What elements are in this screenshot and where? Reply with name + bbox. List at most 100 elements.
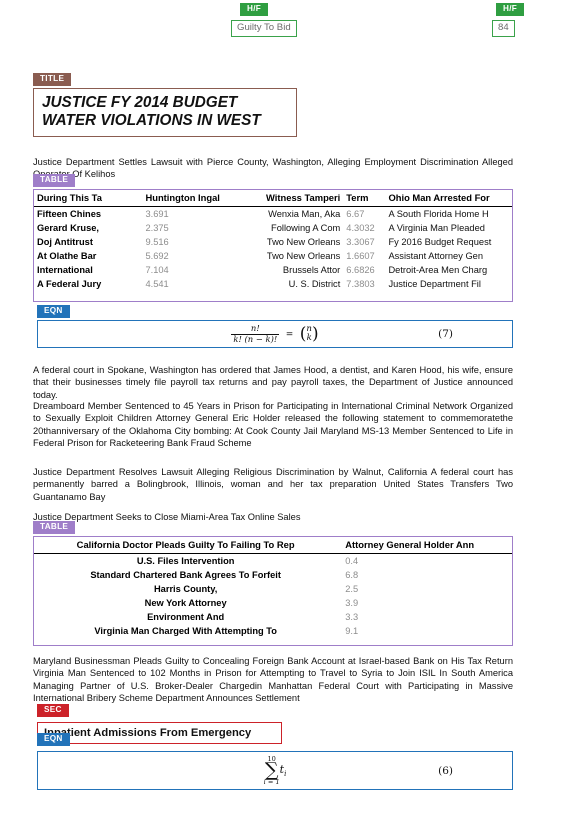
cell: Two New Orleans xyxy=(266,237,341,247)
paragraph-3: Dreamboard Member Sentenced to 45 Years … xyxy=(33,401,513,449)
cell: Brussels Attor xyxy=(282,265,341,275)
table-row: Standard Chartered Bank Agrees To Forfei… xyxy=(34,568,512,582)
cell: International xyxy=(37,265,93,275)
cell: 3.691 xyxy=(145,209,169,219)
cell: Two New Orleans xyxy=(266,251,341,261)
section-tag: SEC xyxy=(37,704,69,718)
hf-tag-right: H/F xyxy=(496,3,525,17)
table1-col-1: Huntington Ingal xyxy=(142,190,231,207)
hf-box-left: Guilty To Bid xyxy=(231,20,297,38)
cell: 1.6607 xyxy=(346,251,375,261)
cell: 6.67 xyxy=(346,209,365,219)
cell: A Federal Jury xyxy=(37,279,102,289)
cell: 9.516 xyxy=(145,237,169,247)
cell: 2.5 xyxy=(345,584,359,594)
equation2-tag: EQN xyxy=(37,733,70,747)
cell: 7.104 xyxy=(145,265,169,275)
table2-col-0: California Doctor Pleads Guilty To Faili… xyxy=(34,537,338,554)
sigma-icon: ∑ xyxy=(264,759,279,782)
cell: Standard Chartered Bank Agrees To Forfei… xyxy=(90,570,281,580)
hf-tag-left: H/F xyxy=(240,3,269,17)
table2-tag: TABLE xyxy=(33,521,76,535)
table1-frame: During This Ta Huntington Ingal Witness … xyxy=(33,189,513,302)
cell: Environment And xyxy=(147,612,225,622)
cell: 0.4 xyxy=(345,556,359,566)
cell: 3.3 xyxy=(345,612,359,622)
sum-lower-limit: i = 1 xyxy=(263,777,280,786)
cell: 6.6826 xyxy=(346,265,375,275)
table1-col-4: Ohio Man Arrested For xyxy=(385,190,512,207)
cell: Detroit-Area Men Charg xyxy=(388,265,488,275)
table-row: Environment And 3.3 xyxy=(34,610,512,624)
cell: 4.541 xyxy=(145,279,169,289)
cell: 3.3067 xyxy=(346,237,375,247)
table1-tag: TABLE xyxy=(33,174,76,188)
table-row: U.S. Files Intervention 0.4 xyxy=(34,554,512,569)
section-heading: Inpatient Admissions From Emergency xyxy=(44,727,252,739)
cell: A Virginia Man Pleaded xyxy=(388,223,485,233)
cell: Fifteen Chines xyxy=(37,209,102,219)
cell: Virginia Man Charged With Attempting To xyxy=(94,626,277,636)
table1-col-0: During This Ta xyxy=(34,190,143,207)
table-row: Fifteen Chines 3.691 Wenxia Man, Aka 6.6… xyxy=(34,207,512,222)
cell: Wenxia Man, Aka xyxy=(268,209,341,219)
paren-left-icon: ( xyxy=(299,323,307,344)
hf-box-right: 84 xyxy=(492,20,515,38)
cell: Justice Department Fil xyxy=(388,279,481,289)
section-frame: Inpatient Admissions From Emergency xyxy=(37,722,282,744)
equation2-number: (6) xyxy=(438,764,453,777)
equals-sign: = xyxy=(285,330,294,340)
table2-header-row: California Doctor Pleads Guilty To Faili… xyxy=(34,537,512,554)
table1-col-2: Witness Tamperi xyxy=(230,190,344,207)
cell: Harris County, xyxy=(153,584,218,594)
cell: U.S. Files Intervention xyxy=(136,556,235,566)
cell: U. S. District xyxy=(288,279,341,289)
paragraph-2: A federal court in Spokane, Washington h… xyxy=(33,365,513,400)
table-row: International 7.104 Brussels Attor 6.682… xyxy=(34,263,512,277)
table1: During This Ta Huntington Ingal Witness … xyxy=(34,190,512,291)
table2-col-1: Attorney General Holder Ann xyxy=(337,537,512,554)
cell: 5.692 xyxy=(145,251,169,261)
cell: Following A Com xyxy=(271,223,341,233)
summand: ti xyxy=(280,763,287,778)
table-row: At Olathe Bar 5.692 Two New Orleans 1.66… xyxy=(34,249,512,263)
equation1-number: (7) xyxy=(438,328,453,340)
cell: New York Attorney xyxy=(144,598,227,608)
paren-right-icon: ) xyxy=(311,323,319,344)
fraction: n! k! (n − k)! xyxy=(231,323,280,344)
cell: A South Florida Home H xyxy=(388,209,489,219)
table-row: Gerard Kruse, 2.375 Following A Com 4.30… xyxy=(34,221,512,235)
equation2-frame: 10 ∑ i = 1 ti (6) xyxy=(37,751,513,790)
table-row: Harris County, 2.5 xyxy=(34,582,512,596)
equation1-tag: EQN xyxy=(37,305,70,319)
cell: 2.375 xyxy=(145,223,169,233)
equation1-frame: n! k! (n − k)! = (n k) (7) xyxy=(37,320,513,348)
cell: 4.3032 xyxy=(346,223,375,233)
table1-header-row: During This Ta Huntington Ingal Witness … xyxy=(34,190,512,207)
title-box: JUSTICE FY 2014 BUDGET WATER VIOLATIONS … xyxy=(33,88,297,138)
cell: Gerard Kruse, xyxy=(37,223,100,233)
cell: 7.3803 xyxy=(346,279,375,289)
page-title: JUSTICE FY 2014 BUDGET WATER VIOLATIONS … xyxy=(42,94,261,130)
cell: At Olathe Bar xyxy=(37,251,97,261)
summation: 10 ∑ i = 1 xyxy=(264,756,280,785)
cell: 9.1 xyxy=(345,626,359,636)
paragraph-1: Justice Department Settles Lawsuit with … xyxy=(33,157,513,180)
table-row: A Federal Jury 4.541 U. S. District 7.38… xyxy=(34,277,512,291)
cell: 6.8 xyxy=(345,570,359,580)
table2-frame: California Doctor Pleads Guilty To Faili… xyxy=(33,536,513,646)
fraction-denominator: k! (n − k)! xyxy=(233,333,278,344)
table-row: Virginia Man Charged With Attempting To … xyxy=(34,624,512,638)
paragraph-6: Maryland Businessman Pleads Guilty to Co… xyxy=(33,656,513,704)
cell: Fy 2016 Budget Request xyxy=(388,237,492,247)
title-tag: TITLE xyxy=(33,73,72,87)
paragraph-4: Justice Department Resolves Lawsuit Alle… xyxy=(33,467,513,502)
table-row: New York Attorney 3.9 xyxy=(34,596,512,610)
table-row: Doj Antitrust 9.516 Two New Orleans 3.30… xyxy=(34,235,512,249)
cell: 3.9 xyxy=(345,598,359,608)
table2: California Doctor Pleads Guilty To Faili… xyxy=(34,537,512,638)
cell: Doj Antitrust xyxy=(37,237,93,247)
paragraph-5: Justice Department Seeks to Close Miami-… xyxy=(33,512,301,522)
fraction-numerator: n! xyxy=(231,323,280,335)
cell: Assistant Attorney Gen xyxy=(388,251,484,261)
